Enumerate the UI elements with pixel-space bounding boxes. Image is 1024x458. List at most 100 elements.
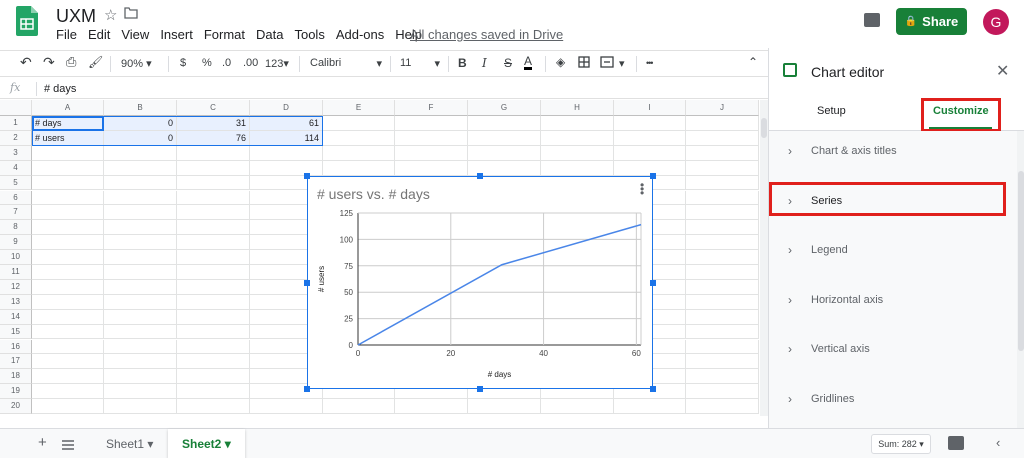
resize-handle[interactable] (304, 173, 310, 179)
grid-cell[interactable] (686, 235, 759, 251)
grid-cell[interactable] (32, 399, 104, 414)
resize-handle[interactable] (304, 280, 310, 286)
grid-cell[interactable] (686, 324, 759, 340)
grid-cell[interactable] (104, 384, 177, 400)
grid-cell[interactable] (686, 279, 759, 295)
row-header[interactable]: 14 (0, 309, 32, 325)
grid-cell[interactable] (177, 175, 250, 191)
grid-cell[interactable] (468, 399, 541, 414)
save-status-link[interactable]: All changes saved in Drive (410, 27, 563, 42)
grid-cell[interactable] (104, 279, 177, 295)
grid-cell[interactable] (177, 369, 250, 385)
grid-cell[interactable] (686, 399, 759, 414)
grid-cell[interactable] (177, 279, 250, 295)
row-header[interactable]: 12 (0, 279, 32, 295)
fill-color-icon[interactable]: ◈ (556, 55, 565, 69)
grid-cell[interactable] (32, 175, 104, 191)
star-icon[interactable]: ☆ (104, 6, 117, 24)
all-sheets-icon[interactable] (62, 437, 74, 455)
grid-cell[interactable]: # days (32, 116, 104, 131)
section-vertical-axis[interactable]: › Vertical axis (769, 329, 1017, 369)
print-icon[interactable]: ⎙ (66, 54, 76, 70)
grid-cell[interactable] (104, 145, 177, 161)
column-header-c[interactable]: C (177, 100, 250, 116)
grid-cell[interactable] (32, 160, 104, 176)
row-header[interactable]: 17 (0, 354, 32, 370)
grid-cell[interactable] (104, 160, 177, 176)
resize-handle[interactable] (650, 280, 656, 286)
row-header[interactable]: 11 (0, 265, 32, 280)
grid-cell[interactable] (250, 160, 323, 176)
grid-cell[interactable] (468, 130, 541, 146)
grid-cell[interactable] (686, 294, 759, 310)
grid-cell[interactable] (686, 175, 759, 191)
grid-cell[interactable] (541, 130, 614, 146)
grid-cell[interactable]: 31 (177, 116, 250, 131)
grid-cell[interactable] (395, 116, 468, 131)
strikethrough-button[interactable]: S (504, 56, 512, 70)
side-panel-toggle-icon[interactable]: ‹ (996, 435, 1000, 450)
grid-cell[interactable] (614, 116, 686, 131)
grid-cell[interactable]: 76 (177, 130, 250, 146)
row-header[interactable]: 10 (0, 250, 32, 265)
dropdown-icon[interactable]: ▾ (225, 437, 231, 451)
account-avatar[interactable]: G (983, 9, 1009, 35)
menu-file[interactable]: File (56, 27, 77, 42)
comments-icon[interactable] (864, 13, 880, 27)
grid-cell[interactable] (32, 250, 104, 265)
grid-cell[interactable] (32, 309, 104, 325)
column-header-i[interactable]: I (614, 100, 686, 116)
grid-cell[interactable] (541, 399, 614, 414)
resize-handle[interactable] (304, 386, 310, 392)
grid-cell[interactable]: 61 (250, 116, 323, 131)
grid-cell[interactable] (686, 339, 759, 355)
grid-cell[interactable] (250, 145, 323, 161)
grid-cell[interactable] (32, 265, 104, 280)
section-legend[interactable]: › Legend (769, 230, 1017, 270)
font-select[interactable]: Calibri ▾ (310, 57, 382, 70)
menu-addons[interactable]: Add-ons (336, 27, 384, 42)
sum-indicator[interactable]: Sum: 282 ▾ (871, 434, 931, 454)
row-header[interactable]: 8 (0, 220, 32, 236)
grid-cell[interactable] (32, 205, 104, 221)
borders-icon[interactable] (578, 56, 590, 71)
grid-cell[interactable] (614, 145, 686, 161)
scrollbar-thumb[interactable] (761, 118, 767, 138)
grid-cell[interactable] (686, 250, 759, 265)
resize-handle[interactable] (650, 386, 656, 392)
column-header-b[interactable]: B (104, 100, 177, 116)
grid-cell[interactable] (177, 399, 250, 414)
undo-icon[interactable]: ↶ (20, 54, 32, 71)
row-header[interactable]: 6 (0, 190, 32, 206)
grid-cell[interactable] (686, 190, 759, 206)
column-header-j[interactable]: J (686, 100, 759, 116)
grid-cell[interactable] (177, 235, 250, 251)
merge-cells-icon[interactable] (600, 56, 614, 71)
grid-cell[interactable] (468, 145, 541, 161)
section-horizontal-axis[interactable]: › Horizontal axis (769, 280, 1017, 320)
percent-format-button[interactable]: % (202, 57, 212, 69)
grid-cell[interactable] (32, 384, 104, 400)
grid-cell[interactable] (32, 145, 104, 161)
grid-cell[interactable] (32, 190, 104, 206)
row-header[interactable]: 3 (0, 145, 32, 161)
grid-cell[interactable] (614, 130, 686, 146)
row-header[interactable]: 20 (0, 399, 32, 414)
row-header[interactable]: 1 (0, 116, 32, 131)
move-to-folder-icon[interactable] (124, 6, 138, 23)
menu-tools[interactable]: Tools (294, 27, 324, 42)
grid-cell[interactable]: 0 (104, 130, 177, 146)
grid-cell[interactable]: 0 (104, 116, 177, 131)
text-color-button[interactable]: A (524, 55, 533, 70)
menu-format[interactable]: Format (204, 27, 245, 42)
grid-cell[interactable] (32, 324, 104, 340)
font-size-select[interactable]: 11 ▾ (400, 57, 440, 70)
grid-cell[interactable] (104, 205, 177, 221)
grid-cell[interactable] (104, 265, 177, 280)
menu-edit[interactable]: Edit (88, 27, 110, 42)
grid-cell[interactable] (323, 145, 395, 161)
share-button[interactable]: 🔒 Share (896, 8, 967, 35)
tab-setup[interactable]: Setup (817, 105, 846, 117)
grid-cell[interactable] (32, 354, 104, 370)
grid-cell[interactable] (686, 265, 759, 280)
